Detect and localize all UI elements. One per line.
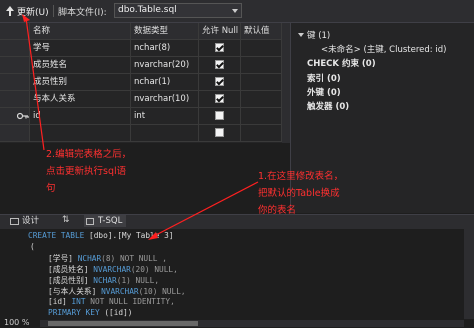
annotation-table-name: 1.在这里修改表名， 把默认的Table换成 你的表名 xyxy=(258,171,344,216)
annotation-update: 2.编辑完表格之后， 点击更新执行sql语 句 xyxy=(46,149,132,194)
